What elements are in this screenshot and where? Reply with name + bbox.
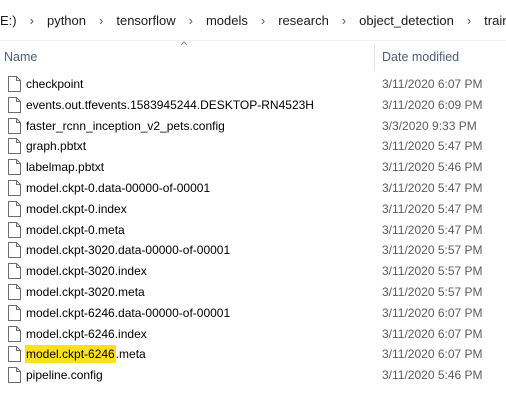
breadcrumb: E:) › python › tensorflow › models › research › ob… bbox=[0, 0, 506, 41]
file-name: model.ckpt-3020.meta bbox=[26, 284, 145, 299]
file-date-modified: 3/11/2020 6:07 PM bbox=[382, 347, 483, 362]
file-row[interactable]: model.ckpt-6246.data-00000-of-00001 3/11/… bbox=[0, 303, 506, 324]
file-icon bbox=[8, 325, 21, 342]
file-name: events.out.tfevents.1583945244.DESKTOP-R… bbox=[26, 97, 314, 112]
file-icon bbox=[8, 263, 21, 280]
file-row[interactable]: model.ckpt-0.index 3/11/2020 5:47 PM bbox=[0, 199, 506, 220]
file-row[interactable]: model.ckpt-0.meta 3/11/2020 5:47 PM bbox=[0, 220, 506, 241]
column-header-bar: Name Date modified bbox=[0, 40, 506, 70]
file-icon bbox=[8, 159, 21, 176]
breadcrumb-segment[interactable]: training bbox=[482, 13, 506, 28]
column-header-date-modified[interactable]: Date modified bbox=[382, 50, 459, 64]
file-date-modified: 3/11/2020 5:57 PM bbox=[382, 243, 483, 258]
file-name: faster_rcnn_inception_v2_pets.config bbox=[26, 118, 225, 133]
file-icon bbox=[8, 242, 21, 259]
file-row[interactable]: pipeline.config 3/11/2020 5:46 PM bbox=[0, 365, 506, 386]
file-row[interactable]: model.ckpt-3020.meta 3/11/2020 5:57 PM bbox=[0, 282, 506, 303]
sort-ascending-icon bbox=[180, 41, 188, 46]
file-name: model.ckpt-6246.index bbox=[26, 326, 147, 341]
file-name: model.ckpt-6246.data-00000-of-00001 bbox=[26, 305, 231, 320]
file-date-modified: 3/11/2020 5:47 PM bbox=[382, 180, 483, 195]
file-date-modified: 3/11/2020 6:09 PM bbox=[382, 97, 483, 112]
file-row[interactable]: model.ckpt-3020.data-00000-of-00001 3/11/… bbox=[0, 240, 506, 261]
file-name: checkpoint bbox=[26, 77, 84, 91]
file-name: model.ckpt-0.data-00000-of-00001 bbox=[26, 180, 211, 195]
file-icon bbox=[8, 221, 21, 238]
file-icon bbox=[8, 117, 21, 134]
breadcrumb-segment[interactable]: models bbox=[204, 13, 250, 28]
file-icon bbox=[8, 96, 21, 113]
file-row[interactable]: model.ckpt-0.data-00000-of-00001 3/11/202… bbox=[0, 178, 506, 199]
file-icon bbox=[8, 283, 21, 300]
file-date-modified: 3/11/2020 5:57 PM bbox=[382, 284, 483, 299]
file-icon bbox=[8, 138, 21, 155]
file-date-modified: 3/11/2020 5:57 PM bbox=[382, 264, 483, 279]
file-date-modified: 3/11/2020 5:46 PM bbox=[382, 368, 483, 383]
file-icon bbox=[8, 179, 21, 196]
file-name: model.ckpt-0.index bbox=[26, 201, 127, 216]
file-row[interactable]: graph.pbtxt 3/11/2020 5:47 PM bbox=[0, 136, 506, 157]
file-date-modified: 3/11/2020 6:07 PM bbox=[382, 305, 483, 320]
breadcrumb-segment[interactable]: E:) bbox=[0, 13, 19, 28]
file-name: model.ckpt-3020.index bbox=[26, 264, 147, 279]
file-name-rest: .meta bbox=[115, 347, 146, 362]
file-name: labelmap.pbtxt bbox=[26, 160, 105, 175]
file-row[interactable]: checkpoint 3/11/2020 6:07 PM bbox=[0, 74, 506, 95]
file-row[interactable]: faster_rcnn_inception_v2_pets.config 3/3/… bbox=[0, 116, 506, 137]
file-icon bbox=[8, 346, 21, 363]
breadcrumb-segment[interactable]: object_detection bbox=[357, 13, 456, 28]
file-row[interactable]: labelmap.pbtxt 3/11/2020 5:46 PM bbox=[0, 157, 506, 178]
file-icon bbox=[8, 200, 21, 217]
file-icon bbox=[8, 367, 21, 384]
file-date-modified: 3/11/2020 5:47 PM bbox=[382, 222, 483, 237]
file-date-modified: 3/11/2020 5:47 PM bbox=[382, 201, 483, 216]
column-header-name[interactable]: Name bbox=[4, 50, 37, 64]
breadcrumb-separator-icon[interactable]: › bbox=[261, 13, 265, 28]
file-date-modified: 3/11/2020 5:47 PM bbox=[382, 139, 483, 154]
file-date-modified: 3/11/2020 6:07 PM bbox=[382, 77, 483, 91]
column-divider[interactable] bbox=[374, 44, 375, 70]
breadcrumb-separator-icon[interactable]: › bbox=[189, 13, 193, 28]
file-icon bbox=[8, 304, 21, 321]
file-row[interactable]: model.ckpt-6246.index 3/11/2020 6:07 PM bbox=[0, 324, 506, 345]
file-icon bbox=[8, 76, 21, 92]
breadcrumb-separator-icon[interactable]: › bbox=[30, 13, 34, 28]
file-row[interactable]: model.ckpt-6246.meta 3/11/2020 6:07 PM bbox=[0, 344, 506, 365]
file-row[interactable]: events.out.tfevents.1583945244.DESKTOP-R… bbox=[0, 95, 506, 116]
file-name-highlight: model.ckpt-6246 bbox=[25, 345, 116, 364]
file-date-modified: 3/11/2020 6:07 PM bbox=[382, 326, 483, 341]
breadcrumb-segment[interactable]: python bbox=[45, 13, 88, 28]
file-date-modified: 3/11/2020 5:46 PM bbox=[382, 160, 483, 175]
file-name: pipeline.config bbox=[26, 368, 103, 383]
breadcrumb-separator-icon[interactable]: › bbox=[99, 13, 103, 28]
breadcrumb-separator-icon[interactable]: › bbox=[467, 13, 471, 28]
breadcrumb-segment[interactable]: research bbox=[276, 13, 331, 28]
file-date-modified: 3/3/2020 9:33 PM bbox=[382, 118, 477, 133]
breadcrumb-segment[interactable]: tensorflow bbox=[114, 13, 177, 28]
breadcrumb-separator-icon[interactable]: › bbox=[342, 13, 346, 28]
file-row[interactable]: model.ckpt-3020.index 3/11/2020 5:57 PM bbox=[0, 261, 506, 282]
file-name: model.ckpt-0.meta bbox=[26, 222, 125, 237]
file-list: checkpoint 3/11/2020 6:07 PM events.out.tf… bbox=[0, 74, 506, 386]
file-name: graph.pbtxt bbox=[26, 139, 87, 154]
file-name: model.ckpt-3020.data-00000-of-00001 bbox=[26, 243, 231, 258]
file-name: model.ckpt-6246.meta bbox=[25, 345, 146, 364]
